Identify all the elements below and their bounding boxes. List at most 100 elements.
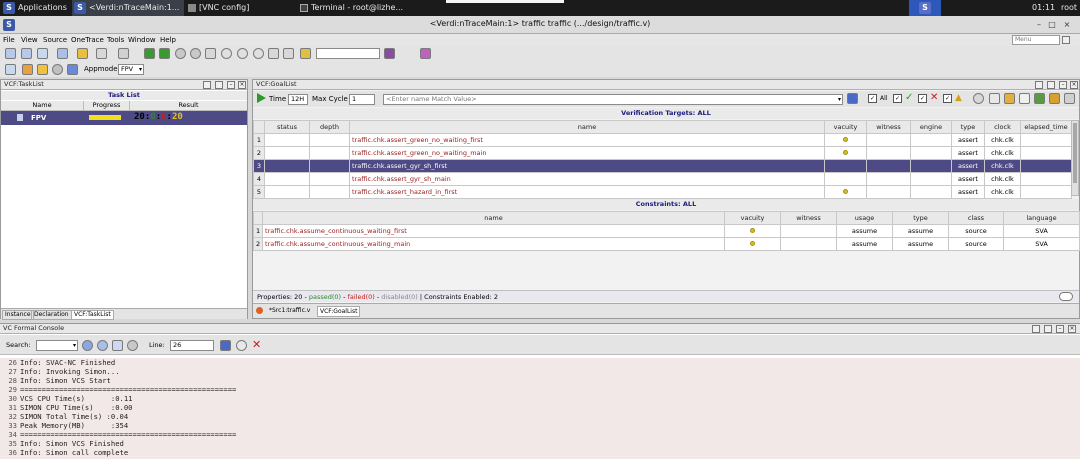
workspace-indicator[interactable]: S xyxy=(909,0,941,16)
pass-check-icon[interactable]: ✓ xyxy=(905,92,913,103)
console-output[interactable]: 26 Info: SVAC-NC Finished 27 Info: Invoking… xyxy=(0,358,1080,459)
console-search-input[interactable]: ▾ xyxy=(36,340,78,351)
maxcycle-input[interactable]: 1 xyxy=(349,94,375,105)
formal-icon[interactable] xyxy=(67,64,78,75)
taskbar-item-terminal[interactable]: Terminal - root@lizhe... xyxy=(300,0,403,16)
chart-icon[interactable] xyxy=(1004,93,1015,104)
filter-checkbox-2[interactable]: ✓ xyxy=(918,94,927,103)
step-back-icon[interactable] xyxy=(144,48,155,59)
taskbar-item-vnc[interactable]: [VNC config] xyxy=(188,0,249,16)
col-usage[interactable]: usage xyxy=(836,211,893,225)
trace-icon[interactable] xyxy=(283,48,294,59)
menu-onetrace[interactable]: OneTrace xyxy=(71,36,104,44)
message-icon[interactable] xyxy=(1059,292,1073,301)
col-name[interactable]: Name xyxy=(1,101,83,111)
time-input[interactable]: 12H xyxy=(288,94,308,105)
tab-vcf-tasklist[interactable]: VCF:TaskList xyxy=(71,310,114,320)
col-name[interactable]: name xyxy=(262,211,725,225)
tab-declaration[interactable]: Declaration xyxy=(31,310,72,320)
col-witness[interactable]: witness xyxy=(780,211,837,225)
split-icon[interactable] xyxy=(37,48,48,59)
float-icon[interactable] xyxy=(1044,325,1052,333)
find-next-icon[interactable] xyxy=(97,340,108,351)
menu-window[interactable]: Window xyxy=(128,36,156,44)
col-progress[interactable]: Progress xyxy=(83,101,129,111)
layout-icon[interactable] xyxy=(21,48,32,59)
hierarchy-icon[interactable] xyxy=(268,48,279,59)
find-prev-icon[interactable] xyxy=(221,48,232,59)
task-row-fpv[interactable]: FPV 20:0:0:20 xyxy=(1,111,247,125)
tab-instance[interactable]: Instance xyxy=(2,310,34,320)
warning-icon[interactable]: ▲ xyxy=(955,93,962,103)
target-row[interactable]: 4 traffic.chk.assert_gyr_sh_main assert chk… xyxy=(253,172,1072,186)
line-input[interactable]: 26 xyxy=(170,340,214,351)
wrap-icon[interactable] xyxy=(220,340,231,351)
edit-icon[interactable] xyxy=(96,48,107,59)
taskbar-item-verdi[interactable]: S <Verdi:nTraceMain:1... xyxy=(72,0,184,16)
arrow-left-icon[interactable] xyxy=(175,48,186,59)
folder-icon[interactable] xyxy=(77,48,88,59)
bulb-icon[interactable] xyxy=(236,340,247,351)
waveform-icon[interactable] xyxy=(420,48,431,59)
col-engine[interactable]: engine xyxy=(910,120,952,134)
close-icon[interactable]: × xyxy=(1063,21,1071,29)
name-filter-input[interactable]: <Enter name Match Value> ▾ xyxy=(383,94,843,105)
col-vacuity[interactable]: vacuity xyxy=(724,211,781,225)
menu-file[interactable]: File xyxy=(3,36,15,44)
tab-vcf-goallist[interactable]: VCF:GoalList xyxy=(317,306,361,317)
step-forward-icon[interactable] xyxy=(159,48,170,59)
appmode-select[interactable]: FPV ▾ xyxy=(118,64,144,75)
col-language[interactable]: language xyxy=(1003,211,1080,225)
panel-minimize-icon[interactable]: – xyxy=(1059,81,1067,89)
search-icon[interactable] xyxy=(973,93,984,104)
arrow-right-icon[interactable] xyxy=(190,48,201,59)
signal-icon[interactable] xyxy=(384,48,395,59)
panel-close-icon[interactable]: × xyxy=(1070,81,1078,89)
panel-close-icon[interactable]: × xyxy=(1068,325,1076,333)
col-class[interactable]: class xyxy=(948,211,1004,225)
pin-icon[interactable] xyxy=(203,81,211,89)
filter-checkbox-3[interactable]: ✓ xyxy=(943,94,952,103)
maximize-icon[interactable]: □ xyxy=(1048,21,1056,29)
find-all-icon[interactable] xyxy=(127,340,138,351)
col-status[interactable]: status xyxy=(264,120,310,134)
panel-minimize-icon[interactable]: – xyxy=(227,81,235,89)
match-case-icon[interactable] xyxy=(112,340,123,351)
constraint-row[interactable]: 2 traffic.chk.assume_continuous_waiting_m… xyxy=(253,237,1080,251)
goto-icon[interactable] xyxy=(205,48,216,59)
scrollbar-thumb[interactable] xyxy=(1073,123,1077,183)
target-row[interactable]: 5 traffic.chk.assert_hazard_in_first asser… xyxy=(253,185,1072,199)
pin-icon[interactable] xyxy=(1035,81,1043,89)
star-icon[interactable] xyxy=(37,64,48,75)
col-name[interactable]: name xyxy=(349,120,825,134)
col-depth[interactable]: depth xyxy=(309,120,350,134)
bookmark-icon[interactable] xyxy=(300,48,311,59)
float-icon[interactable] xyxy=(215,81,223,89)
target-row[interactable]: 2 traffic.chk.assert_green_no_waiting_mai… xyxy=(253,146,1072,160)
run-icon[interactable] xyxy=(257,93,266,103)
columns-icon[interactable] xyxy=(1019,93,1030,104)
refresh-icon[interactable] xyxy=(1034,93,1045,104)
search-icon[interactable] xyxy=(82,340,93,351)
all-checkbox[interactable]: ✓ xyxy=(868,94,877,103)
filter-checkbox-1[interactable]: ✓ xyxy=(893,94,902,103)
pin-icon[interactable] xyxy=(1032,325,1040,333)
target-row[interactable]: 3 traffic.chk.assert_gyr_sh_first assert ch… xyxy=(253,159,1072,173)
search-icon[interactable] xyxy=(1062,36,1070,44)
find-next-icon[interactable] xyxy=(237,48,248,59)
col-result[interactable]: Result xyxy=(129,101,247,111)
col-clock[interactable]: clock xyxy=(984,120,1021,134)
col-vacuity[interactable]: vacuity xyxy=(824,120,867,134)
expand-icon[interactable] xyxy=(1049,93,1060,104)
menu-source[interactable]: Source xyxy=(43,36,67,44)
toolbar-combo[interactable] xyxy=(316,48,380,59)
globe-icon[interactable] xyxy=(52,64,63,75)
new-icon[interactable] xyxy=(5,48,16,59)
tools-icon[interactable] xyxy=(1064,93,1075,104)
col-witness[interactable]: witness xyxy=(866,120,911,134)
col-type[interactable]: type xyxy=(951,120,985,134)
fail-x-icon[interactable]: ✕ xyxy=(930,92,938,103)
float-icon[interactable] xyxy=(1047,81,1055,89)
user-menu[interactable]: root xyxy=(1061,0,1077,16)
col-elapsed-time[interactable]: elapsed_time xyxy=(1020,120,1072,134)
